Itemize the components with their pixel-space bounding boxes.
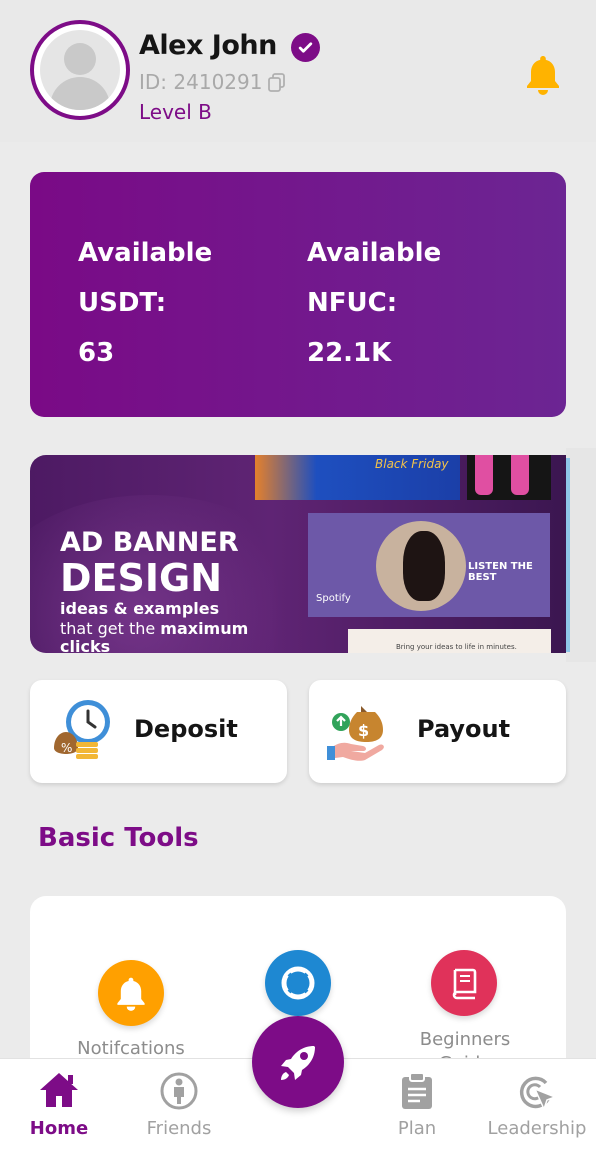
cursor-target-icon — [516, 1071, 558, 1117]
ad-banner[interactable]: Black Friday LISTEN THE BEST Spotify Bri… — [30, 455, 566, 653]
lifebuoy-icon — [265, 950, 331, 1016]
user-name: Alex John — [139, 30, 277, 61]
book-icon — [431, 950, 497, 1016]
user-id: ID: 2410291 — [139, 70, 263, 94]
nfuc-balance: Available NFUC: 22.1K — [307, 228, 441, 378]
balance-card: Available USDT: 63 Available NFUC: 22.1K — [30, 172, 566, 417]
banner-thumb-black-friday: Black Friday — [255, 455, 460, 500]
section-title-basic-tools: Basic Tools — [38, 823, 199, 853]
nav-home-label: Home — [29, 1118, 89, 1139]
user-id-row: ID: 2410291 — [139, 70, 288, 94]
nav-leadership[interactable]: Leadership — [482, 1059, 592, 1151]
banner-headline-2: DESIGN — [60, 556, 223, 600]
bell-icon[interactable] — [523, 53, 563, 95]
tool-label-notifications: Notifcations — [77, 1038, 185, 1059]
banner-thumb-dark — [467, 455, 551, 500]
svg-text:$: $ — [358, 721, 369, 740]
copy-icon[interactable] — [266, 71, 288, 93]
home-icon — [38, 1071, 80, 1113]
rocket-icon[interactable] — [252, 1016, 344, 1108]
payout-label: Payout — [417, 715, 511, 743]
usdt-value: 63 — [78, 338, 115, 368]
usdt-label-line1: Available — [78, 238, 213, 268]
person-icon — [159, 1071, 199, 1115]
payout-hand-coin-icon: $ — [327, 700, 391, 768]
profile-header: Alex John ID: 2410291 Level B — [0, 0, 596, 142]
nav-plan[interactable]: Plan — [362, 1059, 472, 1151]
avatar[interactable] — [30, 20, 130, 120]
nav-plan-label: Plan — [397, 1118, 437, 1139]
deposit-clock-coins-icon: % — [48, 698, 114, 768]
clipboard-icon — [399, 1071, 435, 1115]
nfuc-label-line2: NFUC: — [307, 288, 398, 318]
nav-friends[interactable]: Friends — [124, 1059, 234, 1151]
deposit-label: Deposit — [134, 715, 238, 743]
payout-button[interactable]: $ Payout — [309, 680, 566, 783]
banner-headline-1: AD BANNER — [60, 527, 239, 558]
banner-subline-2: that get the maximum — [60, 619, 249, 638]
svg-text:%: % — [61, 741, 72, 755]
usdt-balance: Available USDT: 63 — [78, 228, 212, 378]
banner-thumb-spotify: LISTEN THE BEST Spotify — [308, 513, 550, 617]
verified-badge-icon — [291, 33, 320, 62]
user-level: Level B — [139, 100, 212, 124]
avatar-placeholder-icon — [40, 30, 120, 110]
nfuc-label-line1: Available — [307, 238, 442, 268]
banner-next-slide — [566, 448, 596, 662]
deposit-button[interactable]: % Deposit — [30, 680, 287, 783]
nav-friends-label: Friends — [146, 1118, 212, 1139]
usdt-label-line2: USDT: — [78, 288, 167, 318]
nav-leadership-label: Leadership — [487, 1118, 587, 1139]
nfuc-value: 22.1K — [307, 338, 392, 368]
banner-thumb-white: Bring your ideas to life in minutes. — [348, 629, 551, 653]
banner-subline-1: ideas & examples — [60, 599, 220, 618]
banner-subline-3: clicks — [60, 637, 111, 653]
nav-home[interactable]: Home — [4, 1059, 114, 1151]
bell-icon — [98, 960, 164, 1026]
